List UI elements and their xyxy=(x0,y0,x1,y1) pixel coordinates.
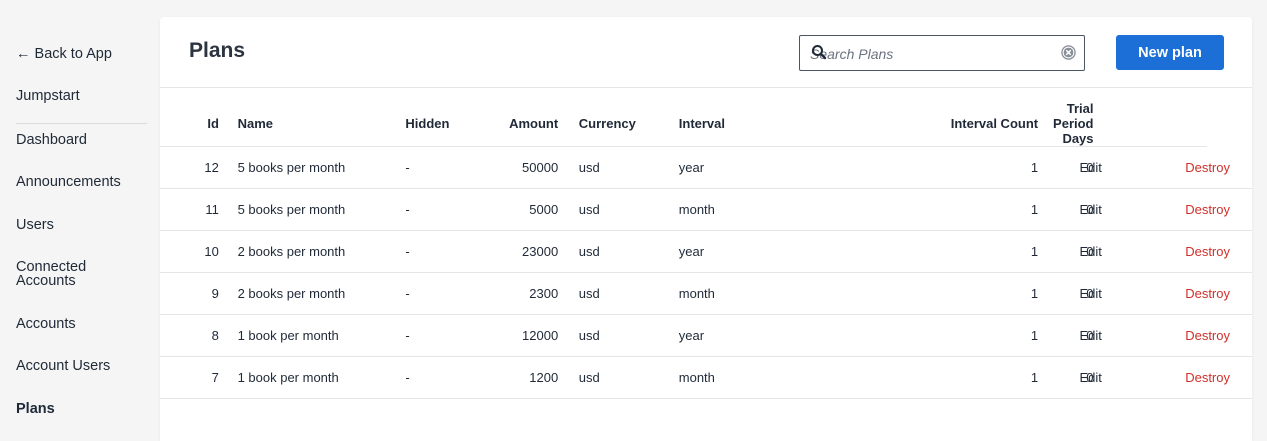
cell-currency: usd xyxy=(578,188,679,231)
edit-link[interactable]: Edit xyxy=(1080,160,1102,175)
cell-hidden: - xyxy=(405,272,461,315)
column-header-trial-period-days[interactable]: Trial Period Days xyxy=(1036,101,1094,147)
page-title: Plans xyxy=(189,39,246,62)
cell-name: 5 books per month xyxy=(237,188,406,231)
search-input[interactable] xyxy=(810,44,1050,64)
cell-id: 7 xyxy=(160,356,219,399)
edit-link[interactable]: Edit xyxy=(1080,370,1102,385)
search-icon xyxy=(812,45,827,60)
cell-name: 2 books per month xyxy=(237,230,406,273)
cell-id: 12 xyxy=(160,146,219,189)
table-row: 12 5 books per month - 50000 usd year 1 … xyxy=(160,146,1252,189)
cell-interval-count: 1 xyxy=(879,230,1039,273)
cell-name: 2 books per month xyxy=(237,272,406,315)
search-box[interactable] xyxy=(799,35,1085,71)
cell-currency: usd xyxy=(578,230,679,273)
cell-interval-count: 1 xyxy=(879,272,1039,315)
sidebar-item-users[interactable]: Users xyxy=(16,218,54,233)
table-row: 10 2 books per month - 23000 usd year 1 … xyxy=(160,230,1252,273)
table-row: 9 2 books per month - 2300 usd month 1 0… xyxy=(160,272,1252,315)
cell-id: 8 xyxy=(160,314,219,357)
cell-interval-count: 1 xyxy=(879,188,1039,231)
cell-hidden: - xyxy=(405,188,461,231)
cell-hidden: - xyxy=(405,230,461,273)
main-panel: Plans New plan xyxy=(160,17,1252,441)
sidebar-item-account-users[interactable]: Account Users xyxy=(16,359,110,374)
edit-link[interactable]: Edit xyxy=(1080,202,1102,217)
table-header-row: Id Name Hidden Amount Currency Interval … xyxy=(160,101,1252,147)
sidebar-item-accounts[interactable]: Accounts xyxy=(16,317,76,332)
destroy-link[interactable]: Destroy xyxy=(1185,286,1230,301)
column-header-hidden[interactable]: Hidden xyxy=(405,101,461,147)
destroy-link[interactable]: Destroy xyxy=(1185,244,1230,259)
cell-id: 11 xyxy=(160,188,219,231)
destroy-link[interactable]: Destroy xyxy=(1185,202,1230,217)
cell-id: 9 xyxy=(160,272,219,315)
cell-hidden: - xyxy=(405,314,461,357)
cell-interval: year xyxy=(678,146,880,189)
sidebar-item-dashboard[interactable]: Dashboard xyxy=(16,133,87,148)
cell-interval: year xyxy=(678,314,880,357)
plans-table: Id Name Hidden Amount Currency Interval … xyxy=(160,101,1252,399)
sidebar: ← Back to App Jumpstart Dashboard Announ… xyxy=(0,0,160,441)
cell-amount: 50000 xyxy=(460,146,559,189)
sidebar-item-announcements[interactable]: Announcements xyxy=(16,175,121,190)
brand-link-jumpstart[interactable]: Jumpstart xyxy=(16,89,80,104)
clear-icon[interactable] xyxy=(1061,45,1076,60)
cell-name: 1 book per month xyxy=(237,356,406,399)
destroy-link[interactable]: Destroy xyxy=(1185,160,1230,175)
cell-interval-count: 1 xyxy=(879,356,1039,399)
cell-amount: 5000 xyxy=(460,188,559,231)
panel-header: Plans New plan xyxy=(160,17,1252,88)
edit-link[interactable]: Edit xyxy=(1080,244,1102,259)
edit-link[interactable]: Edit xyxy=(1080,328,1102,343)
cell-name: 5 books per month xyxy=(237,146,406,189)
sidebar-divider xyxy=(16,123,147,124)
cell-id: 10 xyxy=(160,230,219,273)
cell-amount: 12000 xyxy=(460,314,559,357)
cell-currency: usd xyxy=(578,356,679,399)
cell-name: 1 book per month xyxy=(237,314,406,357)
cell-interval: month xyxy=(678,356,880,399)
destroy-link[interactable]: Destroy xyxy=(1185,328,1230,343)
column-header-name[interactable]: Name xyxy=(237,101,406,147)
sidebar-item-connected-accounts[interactable]: Connected Accounts xyxy=(16,260,126,289)
table-row: 8 1 book per month - 12000 usd year 1 0 … xyxy=(160,314,1252,357)
cell-hidden: - xyxy=(405,356,461,399)
sidebar-item-plans[interactable]: Plans xyxy=(16,402,55,417)
cell-interval: month xyxy=(678,188,880,231)
cell-currency: usd xyxy=(578,272,679,315)
cell-currency: usd xyxy=(578,146,679,189)
cell-currency: usd xyxy=(578,314,679,357)
column-header-interval[interactable]: Interval xyxy=(678,101,880,147)
edit-link[interactable]: Edit xyxy=(1080,286,1102,301)
table-row: 7 1 book per month - 1200 usd month 1 0 … xyxy=(160,356,1252,399)
new-plan-button[interactable]: New plan xyxy=(1116,35,1224,70)
cell-amount: 1200 xyxy=(460,356,559,399)
destroy-link[interactable]: Destroy xyxy=(1185,370,1230,385)
cell-interval: year xyxy=(678,230,880,273)
cell-hidden: - xyxy=(405,146,461,189)
cell-interval: month xyxy=(678,272,880,315)
column-header-amount[interactable]: Amount xyxy=(460,101,559,147)
cell-interval-count: 1 xyxy=(879,146,1039,189)
cell-amount: 23000 xyxy=(460,230,559,273)
column-header-interval-count[interactable]: Interval Count xyxy=(879,101,1039,147)
cell-interval-count: 1 xyxy=(879,314,1039,357)
column-header-currency[interactable]: Currency xyxy=(578,101,679,147)
table-row: 11 5 books per month - 5000 usd month 1 … xyxy=(160,188,1252,231)
cell-amount: 2300 xyxy=(460,272,559,315)
column-header-id[interactable]: Id xyxy=(160,101,219,147)
back-to-app-link[interactable]: ← Back to App xyxy=(16,47,112,62)
